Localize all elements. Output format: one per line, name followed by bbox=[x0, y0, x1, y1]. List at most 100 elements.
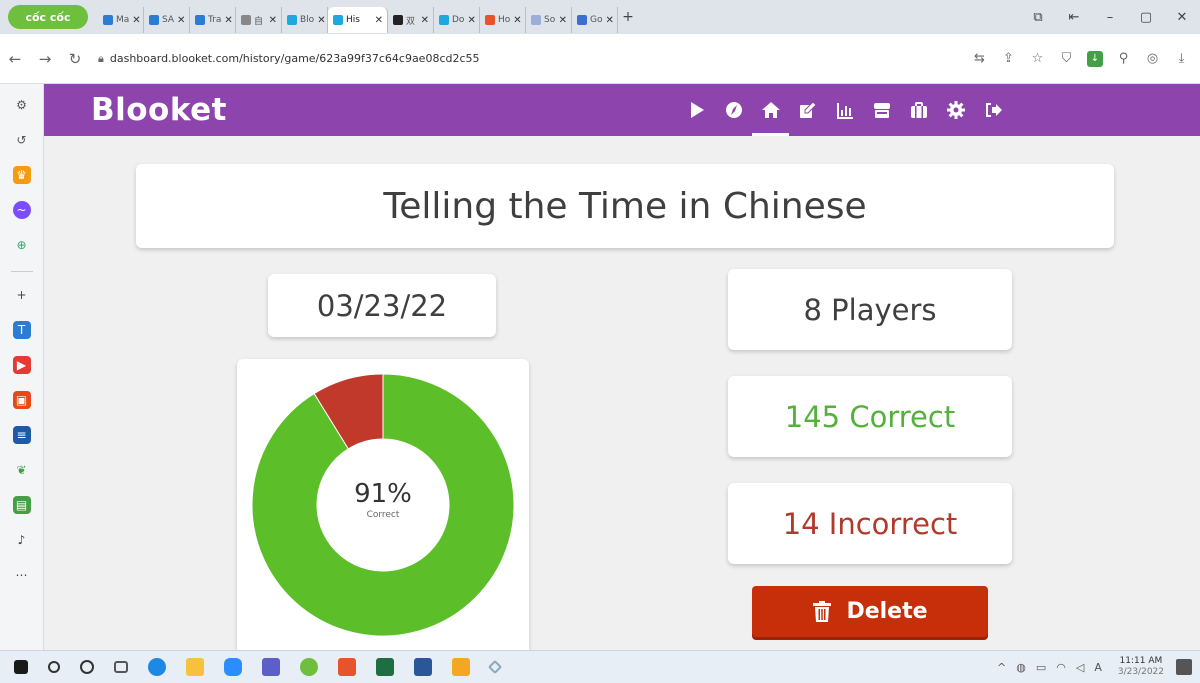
search-icon[interactable] bbox=[48, 661, 60, 673]
excel-icon[interactable] bbox=[376, 658, 394, 676]
tab-close-icon[interactable]: ✕ bbox=[559, 15, 567, 26]
game-title: Telling the Time in Chinese bbox=[136, 164, 1114, 248]
browser-tab[interactable]: Go ✕ bbox=[572, 7, 618, 33]
new-tab-button[interactable]: + bbox=[618, 9, 638, 25]
browser-tab[interactable]: So ✕ bbox=[526, 7, 572, 33]
shopping-icon[interactable]: ▣ bbox=[12, 391, 31, 409]
url-field[interactable]: 🔒︎ dashboard.blooket.com/history/game/62… bbox=[98, 44, 878, 74]
window-controls: ⧉ ⇤ – ▢ ✕ bbox=[1020, 0, 1200, 34]
browser-tab[interactable]: Ho ✕ bbox=[480, 7, 526, 33]
tab-close-icon[interactable]: ✕ bbox=[132, 15, 140, 26]
history-icon[interactable]: ↺ bbox=[13, 131, 31, 149]
translate-app-icon[interactable]: T bbox=[12, 321, 31, 339]
settings-gear-icon[interactable]: ⚙ bbox=[13, 96, 31, 114]
market-icon[interactable] bbox=[863, 84, 900, 136]
tab-close-icon[interactable]: ✕ bbox=[375, 15, 383, 26]
forward-button[interactable]: → bbox=[30, 50, 60, 68]
blooks-icon[interactable] bbox=[900, 84, 937, 136]
delete-label: Delete bbox=[846, 599, 928, 624]
tab-close-icon[interactable]: ✕ bbox=[177, 15, 185, 26]
browser-tab[interactable]: His ✕ bbox=[328, 7, 388, 33]
shield-icon[interactable]: ⛉ bbox=[1052, 51, 1081, 66]
extension-download-icon[interactable]: ↓ bbox=[1087, 50, 1103, 67]
tab-favicon-icon bbox=[393, 15, 403, 25]
logout-icon[interactable] bbox=[974, 84, 1011, 136]
incorrect-count: 14 Incorrect bbox=[728, 483, 1012, 564]
battery-icon[interactable]: ▭ bbox=[1036, 661, 1046, 674]
browser-tab[interactable]: Do ✕ bbox=[434, 7, 480, 33]
language-icon[interactable]: A bbox=[1094, 661, 1102, 674]
teams-icon[interactable] bbox=[262, 658, 280, 676]
sidebar-divider bbox=[10, 271, 33, 272]
edge-icon[interactable] bbox=[148, 658, 166, 676]
extensions-icon[interactable]: ⚲ bbox=[1109, 51, 1138, 66]
settings-icon[interactable] bbox=[937, 84, 974, 136]
discover-icon[interactable] bbox=[715, 84, 752, 136]
tab-close-icon[interactable]: ✕ bbox=[317, 15, 325, 26]
share-icon[interactable]: ⇪ bbox=[994, 51, 1023, 66]
network-icon[interactable]: ◍ bbox=[1016, 661, 1026, 674]
browser-tab[interactable]: Ma ✕ bbox=[98, 7, 144, 33]
blooket-logo[interactable]: Blooket bbox=[91, 92, 227, 128]
home-icon[interactable] bbox=[752, 84, 789, 136]
youtube-icon[interactable]: ▶ bbox=[12, 356, 31, 374]
more-icon[interactable]: ⋯ bbox=[13, 566, 31, 584]
photos-icon[interactable] bbox=[452, 658, 470, 676]
office-icon[interactable] bbox=[338, 658, 356, 676]
task-view-icon[interactable] bbox=[114, 661, 128, 673]
cortana-icon[interactable] bbox=[80, 660, 94, 674]
browser-tab[interactable]: SA ✕ bbox=[144, 7, 190, 33]
clock-date: 3/23/2022 bbox=[1117, 667, 1164, 677]
messenger-icon[interactable]: ~ bbox=[12, 201, 31, 219]
browser-tab[interactable]: Blo ✕ bbox=[282, 7, 328, 33]
downloads-icon[interactable]: ⤓ bbox=[1167, 51, 1196, 66]
translate-icon[interactable]: ⇆ bbox=[965, 51, 994, 66]
reload-button[interactable]: ↻ bbox=[60, 50, 90, 68]
tab-close-icon[interactable]: ✕ bbox=[224, 15, 232, 26]
file-explorer-icon[interactable] bbox=[186, 658, 204, 676]
clock[interactable]: 11:11 AM 3/23/2022 bbox=[1118, 656, 1164, 678]
reading-mode-icon[interactable]: ⧉ bbox=[1020, 10, 1056, 25]
app-header: Blooket bbox=[44, 84, 1200, 136]
tab-close-icon[interactable]: ✕ bbox=[605, 15, 613, 26]
word-icon[interactable] bbox=[414, 658, 432, 676]
pin-icon[interactable]: ⇤ bbox=[1056, 10, 1092, 25]
notification-bell-icon[interactable]: ♪ bbox=[13, 531, 31, 549]
minimize-button[interactable]: – bbox=[1092, 10, 1128, 25]
browser-tab[interactable]: Tra ✕ bbox=[190, 7, 236, 33]
tab-label: SA bbox=[162, 15, 175, 25]
gamepad-icon[interactable]: ⊕ bbox=[13, 236, 31, 254]
tab-close-icon[interactable]: ✕ bbox=[513, 15, 521, 26]
profile-icon[interactable]: ◎ bbox=[1138, 51, 1167, 66]
delete-button[interactable]: Delete bbox=[752, 586, 988, 637]
crown-icon[interactable]: ♛ bbox=[12, 166, 31, 184]
maximize-button[interactable]: ▢ bbox=[1128, 10, 1164, 25]
zoom-icon[interactable] bbox=[224, 658, 242, 676]
play-icon[interactable] bbox=[678, 84, 715, 136]
tab-label: Blo bbox=[300, 15, 315, 25]
notification-center-icon[interactable] bbox=[1176, 659, 1192, 675]
windows-start-icon[interactable] bbox=[14, 660, 28, 674]
tray-chevron-icon[interactable]: ^ bbox=[997, 661, 1006, 674]
tab-close-icon[interactable]: ✕ bbox=[421, 15, 429, 26]
clock-time: 11:11 AM bbox=[1119, 656, 1163, 666]
back-button[interactable]: ← bbox=[0, 50, 30, 68]
tab-close-icon[interactable]: ✕ bbox=[269, 15, 277, 26]
tab-close-icon[interactable]: ✕ bbox=[467, 15, 475, 26]
browser-logo[interactable]: cốc cốc bbox=[8, 5, 88, 29]
notes-icon[interactable]: ▤ bbox=[12, 496, 31, 514]
news-icon[interactable]: ≡ bbox=[12, 426, 31, 444]
browser-tab[interactable]: 双 ✕ bbox=[388, 7, 434, 33]
create-icon[interactable] bbox=[789, 84, 826, 136]
coccoc-icon[interactable] bbox=[300, 658, 318, 676]
paint-icon[interactable] bbox=[487, 659, 503, 675]
volume-icon[interactable]: ◁ bbox=[1076, 661, 1084, 674]
wifi-icon[interactable]: ◠ bbox=[1056, 661, 1066, 674]
stats-icon[interactable] bbox=[826, 84, 863, 136]
add-icon[interactable]: + bbox=[13, 286, 31, 304]
browser-tab[interactable]: 自 ✕ bbox=[236, 7, 282, 33]
close-window-button[interactable]: ✕ bbox=[1164, 10, 1200, 25]
bookmark-star-icon[interactable]: ☆ bbox=[1023, 51, 1052, 66]
leaf-icon[interactable]: ❦ bbox=[13, 461, 31, 479]
lock-icon: 🔒︎ bbox=[98, 51, 104, 65]
